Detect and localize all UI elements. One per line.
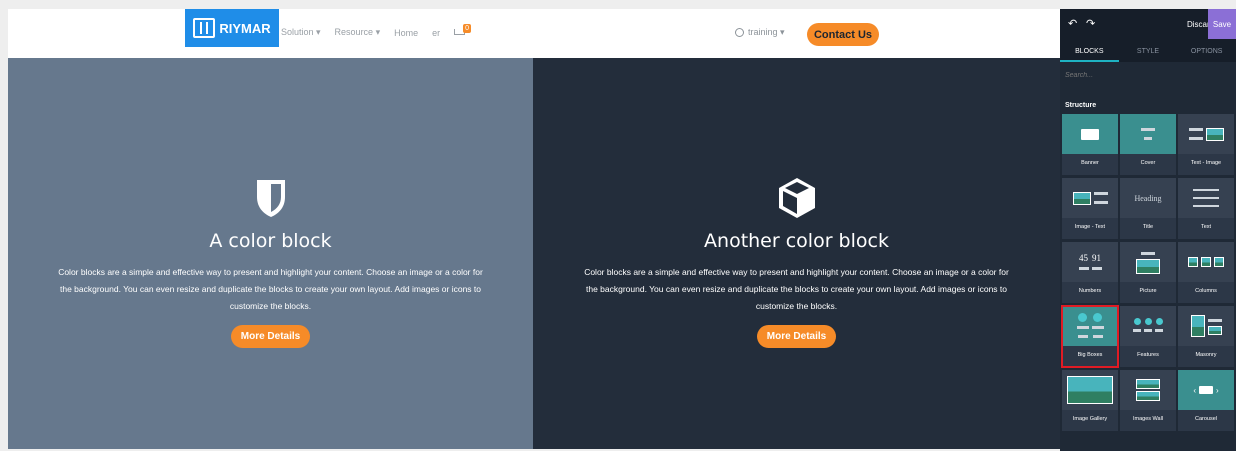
snippet-label: Text - Image <box>1190 160 1222 166</box>
site-navbar: RIYMAR Solution ▾ Resource ▾ Home er 0 t… <box>8 9 1060 58</box>
site-menu: Solution ▾ Resource ▾ Home er 0 <box>281 24 472 38</box>
snippet-label: Picture <box>1139 288 1157 294</box>
editor-window: RIYMAR Solution ▾ Resource ▾ Home er 0 t… <box>0 0 1236 451</box>
save-button[interactable]: Save <box>1208 9 1236 39</box>
cart-badge: 0 <box>463 24 472 33</box>
menu-item-solution[interactable]: Solution ▾ <box>281 27 321 38</box>
snippet-images-wall[interactable]: Images Wall <box>1120 370 1176 431</box>
number-preview-2: 91 <box>1092 252 1101 263</box>
picture-thumbnail <box>1120 242 1176 282</box>
columns-thumbnail <box>1178 242 1234 282</box>
snippet-masonry[interactable]: Masonry <box>1178 306 1234 367</box>
title-preview-text: Heading <box>1134 193 1162 203</box>
user-menu[interactable]: training ▾ <box>735 27 785 38</box>
snippet-picture[interactable]: Picture <box>1120 242 1176 303</box>
snippet-label: Features <box>1137 352 1159 358</box>
menu-item-resource[interactable]: Resource ▾ <box>335 27 381 38</box>
title-thumbnail: Heading <box>1120 178 1176 218</box>
snippet-label: Title <box>1142 224 1154 230</box>
snippet-label: Image Gallery <box>1072 416 1108 422</box>
section-title-structure: Structure <box>1065 102 1097 109</box>
features-thumbnail <box>1120 306 1176 346</box>
snippet-image-text[interactable]: Image - Text <box>1062 178 1118 239</box>
snippet-features[interactable]: Features <box>1120 306 1176 367</box>
carousel-thumbnail: ‹ › <box>1178 370 1234 410</box>
search-input[interactable] <box>1060 65 1236 85</box>
snippet-label: Images Wall <box>1132 416 1164 422</box>
tab-style[interactable]: STYLE <box>1119 39 1178 62</box>
redo-icon[interactable]: ↷ <box>1086 17 1095 30</box>
menu-item-truncated[interactable]: er <box>432 28 440 38</box>
color-block-2[interactable]: Another color block Color blocks are a s… <box>533 58 1060 449</box>
snippet-label: Columns <box>1195 288 1217 294</box>
text-thumbnail <box>1178 178 1234 218</box>
snippet-banner[interactable]: Banner <box>1062 114 1118 175</box>
masonry-thumbnail <box>1178 306 1234 346</box>
snippet-carousel[interactable]: ‹ › Carousel <box>1178 370 1234 431</box>
banner-thumbnail <box>1062 114 1118 154</box>
snippet-image-gallery[interactable]: Image Gallery <box>1062 370 1118 431</box>
images-wall-thumbnail <box>1120 370 1176 410</box>
logo-text: RIYMAR <box>219 20 271 36</box>
snippet-label: Text <box>1200 224 1212 230</box>
image-gallery-thumbnail <box>1062 370 1118 410</box>
snippet-numbers[interactable]: 45 91 Numbers <box>1062 242 1118 303</box>
user-name: training ▾ <box>748 27 785 37</box>
snippet-big-boxes[interactable]: Big Boxes <box>1061 305 1119 368</box>
blocks-grid: Banner Cover Text - Image Image - Text H… <box>1061 114 1236 431</box>
website-preview: RIYMAR Solution ▾ Resource ▾ Home er 0 t… <box>8 9 1060 449</box>
shield-icon <box>254 176 288 220</box>
snippet-label: Banner <box>1081 160 1099 166</box>
image-text-thumbnail <box>1062 178 1118 218</box>
sidebar-tabs: BLOCKS STYLE OPTIONS <box>1060 39 1236 62</box>
snippet-label: Masonry <box>1195 352 1217 358</box>
block-title[interactable]: Another color block <box>704 230 889 252</box>
snippet-text[interactable]: Text <box>1178 178 1234 239</box>
menu-item-home[interactable]: Home <box>394 28 418 38</box>
editor-sidebar: ↶ ↷ Discard Save BLOCKS STYLE OPTIONS St… <box>1060 9 1236 451</box>
more-details-button[interactable]: More Details <box>230 325 311 348</box>
snippet-title[interactable]: Heading Title <box>1120 178 1176 239</box>
snippet-cover[interactable]: Cover <box>1120 114 1176 175</box>
number-preview-1: 45 <box>1079 252 1088 263</box>
contact-us-button[interactable]: Contact Us <box>807 23 879 46</box>
cart-icon[interactable]: 0 <box>454 24 472 37</box>
snippet-label: Carousel <box>1194 416 1217 422</box>
site-logo[interactable]: RIYMAR <box>185 9 279 47</box>
block-title[interactable]: A color block <box>209 230 331 252</box>
logo-icon <box>193 18 216 38</box>
block-text[interactable]: Color blocks are a simple and effective … <box>56 264 486 315</box>
snippet-label: Image - Text <box>1074 224 1106 230</box>
color-block-1[interactable]: A color block Color blocks are a simple … <box>8 58 533 449</box>
snippet-columns[interactable]: Columns <box>1178 242 1234 303</box>
snippet-label: Cover <box>1140 160 1156 166</box>
snippet-text-image[interactable]: Text - Image <box>1178 114 1234 175</box>
user-icon <box>735 28 744 37</box>
tab-blocks[interactable]: BLOCKS <box>1060 39 1119 62</box>
snippet-label: Big Boxes <box>1077 352 1103 358</box>
cover-thumbnail <box>1120 114 1176 154</box>
more-details-button[interactable]: More Details <box>756 325 837 348</box>
editor-toolbar: ↶ ↷ Discard Save <box>1060 9 1236 39</box>
numbers-thumbnail: 45 91 <box>1062 242 1118 282</box>
cube-icon <box>777 176 817 220</box>
tab-options[interactable]: OPTIONS <box>1177 39 1236 62</box>
block-text[interactable]: Color blocks are a simple and effective … <box>582 264 1012 315</box>
big-boxes-thumbnail <box>1062 306 1118 346</box>
snippet-label: Numbers <box>1078 288 1102 294</box>
text-image-thumbnail <box>1178 114 1234 154</box>
undo-icon[interactable]: ↶ <box>1068 17 1077 30</box>
